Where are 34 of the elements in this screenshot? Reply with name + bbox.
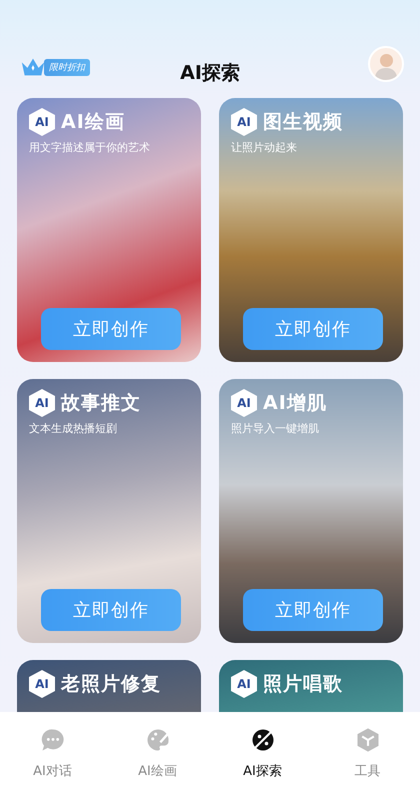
promo-badge[interactable]: 限时折扣 [44,58,90,76]
create-button[interactable]: 立即创作 [41,589,181,631]
ai-badge: AI [29,108,55,136]
ai-badge: AI [29,389,55,417]
card-title: 故事推文 [61,391,141,416]
ai-badge: AI [29,670,55,698]
create-button[interactable]: 立即创作 [243,589,383,631]
card-subtitle: 让照片动起来 [231,140,298,155]
feature-card[interactable]: AI 照片唱歌 [219,660,403,712]
create-button[interactable]: 立即创作 [41,308,181,350]
create-button[interactable]: 立即创作 [243,308,383,350]
avatar-icon[interactable] [368,46,404,82]
feature-card[interactable]: AI 故事推文 文本生成热播短剧 立即创作 [17,379,201,643]
ai-badge: AI [231,670,257,698]
ai-badge: AI [231,389,257,417]
card-title: 老照片修复 [61,672,161,697]
tab-item[interactable]: AI绘画 [118,726,198,780]
card-title: 照片唱歌 [263,672,343,697]
page-title: AI探索 [180,61,240,86]
crown-icon [20,56,46,78]
card-subtitle: 文本生成热播短剧 [29,421,118,436]
card-title: AI增肌 [263,391,327,416]
ai-badge: AI [231,108,257,136]
feature-card[interactable]: AI 图生视频 让照片动起来 立即创作 [219,98,403,362]
card-subtitle: 用文字描述属于你的艺术 [29,140,151,155]
card-subtitle: 照片导入一键增肌 [231,421,320,436]
tab-item[interactable]: AI探索 [222,726,302,780]
tab-item[interactable]: AI对话 [12,726,92,780]
feature-card[interactable]: AI AI增肌 照片导入一键增肌 立即创作 [219,379,403,643]
feature-card[interactable]: AI AI绘画 用文字描述属于你的艺术 立即创作 [17,98,201,362]
tab-item[interactable]: 工具 [328,726,408,780]
card-title: AI绘画 [61,110,125,135]
feature-card[interactable]: AI 老照片修复 [17,660,201,712]
card-title: 图生视频 [263,110,343,135]
